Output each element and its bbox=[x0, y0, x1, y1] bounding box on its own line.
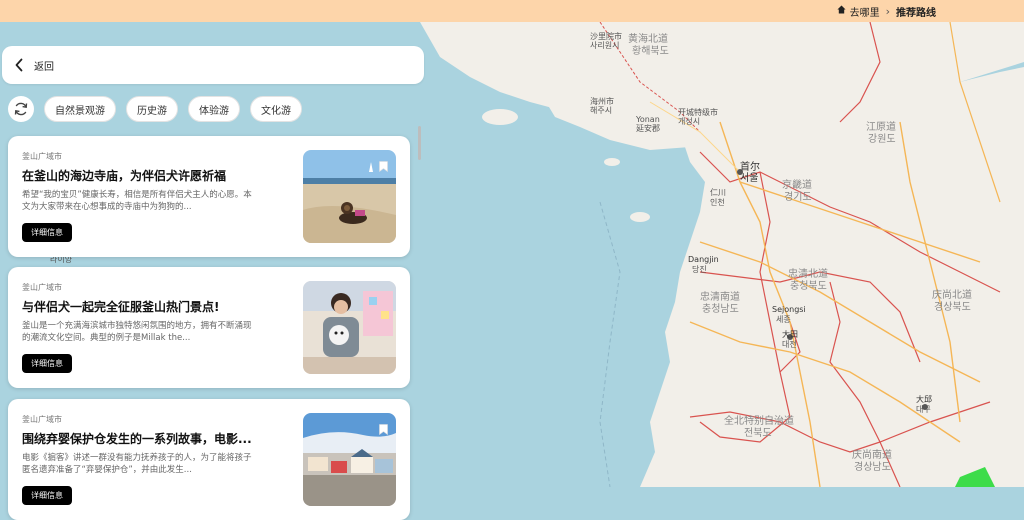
route-card[interactable]: 釜山广域市 与伴侣犬一起完全征服釜山热门景点! 釜山是一个充满海滨城市独特悠闲氛… bbox=[8, 267, 410, 388]
breadcrumb-home[interactable]: 去哪里 bbox=[837, 4, 880, 19]
tag-history[interactable]: 历史游 bbox=[126, 96, 178, 122]
route-panel: 返回 自然景观游 历史游 体验游 文化游 釜山广域市 在釜山的海边寺庙，为伴侣犬… bbox=[0, 22, 426, 520]
map-label: 忠清南道 bbox=[700, 290, 740, 303]
map-label: Yonan bbox=[635, 115, 660, 124]
island bbox=[682, 462, 698, 472]
map-label: 江原道 bbox=[866, 120, 896, 133]
map-label: 首尔 bbox=[740, 160, 760, 173]
island bbox=[659, 438, 671, 446]
route-card[interactable]: 釜山广域市 在釜山的海边寺庙，为伴侣犬许愿祈福 希望“我的宝贝”健康长寿，相信是… bbox=[8, 136, 410, 257]
map-label: Dangjin bbox=[688, 255, 719, 264]
breadcrumb-home-label: 去哪里 bbox=[849, 7, 880, 19]
island bbox=[604, 158, 620, 166]
map-label: 开城特级市 bbox=[678, 107, 718, 117]
card-title[interactable]: 在釜山的海边寺庙，为伴侣犬许愿祈福 bbox=[22, 167, 268, 184]
back-bar[interactable]: 返回 bbox=[2, 46, 424, 84]
card-title[interactable]: 与伴侣犬一起完全征服釜山热门景点! bbox=[22, 298, 268, 315]
chevron-left-icon[interactable] bbox=[8, 58, 30, 72]
map-label: 대구 bbox=[916, 405, 931, 414]
map-label: 대전 bbox=[782, 339, 797, 349]
map-label: 인천 bbox=[710, 197, 725, 207]
map-label: 개성시 bbox=[678, 116, 700, 126]
map-label: 세종 bbox=[776, 315, 791, 324]
card-city: 釜山广域市 bbox=[22, 283, 62, 292]
map-label: 강원도 bbox=[868, 133, 896, 145]
map-label: 사리원시 bbox=[590, 41, 619, 50]
map-label: 海州市 bbox=[590, 96, 614, 106]
map-label: 경상남도 bbox=[854, 460, 891, 473]
details-button[interactable]: 详细信息 bbox=[22, 223, 72, 242]
map-label: 경기도 bbox=[784, 190, 812, 203]
card-image[interactable] bbox=[303, 281, 396, 374]
category-tags: 自然景观游 历史游 体验游 文化游 bbox=[8, 96, 302, 122]
map-label: 전북도 bbox=[744, 427, 772, 439]
map-label: 黄海北道 bbox=[628, 32, 668, 45]
top-bar: 去哪里 › 推荐路线 bbox=[0, 0, 1024, 22]
card-title[interactable]: 围绕弃婴保护仓发生的一系列故事，电影... bbox=[22, 430, 268, 447]
details-button[interactable]: 详细信息 bbox=[22, 354, 72, 373]
map-label: 沙里院市 bbox=[590, 31, 622, 41]
bookmark-icon[interactable] bbox=[379, 157, 388, 176]
tag-culture[interactable]: 文化游 bbox=[250, 96, 302, 122]
map-label: 庆尚南道 bbox=[852, 448, 892, 461]
map-label: 庆尚北道 bbox=[932, 288, 972, 301]
details-button[interactable]: 详细信息 bbox=[22, 486, 72, 505]
refresh-icon[interactable] bbox=[8, 96, 34, 122]
card-description: 希望“我的宝贝”健康长寿，相信是所有伴侣犬主人的心愿。本文为大家带来在心想事成的… bbox=[22, 190, 252, 212]
map-label: 충청북도 bbox=[790, 280, 827, 292]
map-label: 忠清北道 bbox=[788, 267, 828, 280]
card-city: 釜山广域市 bbox=[22, 415, 62, 424]
bookmark-icon[interactable] bbox=[379, 420, 388, 439]
card-description: 釜山是一个充满海滨城市独特悠闲氛围的地方，拥有不断涌现的潮流文化空间。典型的例子… bbox=[22, 321, 252, 343]
map-label: 당진 bbox=[692, 264, 707, 274]
island bbox=[630, 212, 650, 222]
tag-nature[interactable]: 自然景观游 bbox=[44, 96, 116, 122]
map-label: 仁川 bbox=[710, 187, 726, 197]
map-label: 서울 bbox=[740, 172, 758, 184]
map-label: 해주시 bbox=[590, 105, 612, 115]
route-card[interactable]: 釜山广域市 围绕弃婴保护仓发生的一系列故事，电影... 电影《掮客》讲述一群没有… bbox=[8, 399, 410, 520]
tag-experience[interactable]: 体验游 bbox=[188, 96, 240, 122]
map-label: 경상북도 bbox=[934, 300, 971, 313]
island bbox=[482, 109, 518, 125]
breadcrumb: 去哪里 › 推荐路线 bbox=[837, 4, 936, 19]
map-label: 延安郡 bbox=[636, 123, 660, 133]
map-label: 大邱 bbox=[916, 394, 932, 404]
scrollbar-thumb[interactable] bbox=[418, 126, 421, 160]
card-city: 釜山广域市 bbox=[22, 152, 62, 161]
chevron-right-icon: › bbox=[885, 4, 890, 18]
card-description: 电影《掮客》讲述一群没有能力抚养孩子的人，为了能将孩子匿名遗弃准备了“弃婴保护仓… bbox=[22, 453, 252, 475]
map-label: Sejongsi bbox=[772, 305, 806, 314]
map-label: 大田 bbox=[782, 329, 798, 339]
home-icon bbox=[837, 5, 846, 17]
breadcrumb-current: 推荐路线 bbox=[896, 7, 936, 19]
card-image[interactable] bbox=[303, 150, 396, 243]
map-label: 충청남도 bbox=[702, 303, 739, 315]
card-image[interactable] bbox=[303, 413, 396, 506]
map-label: 全北特别自治道 bbox=[724, 414, 794, 427]
map-label: 황해북도 bbox=[632, 44, 669, 57]
back-label[interactable]: 返回 bbox=[34, 58, 54, 73]
map-label: 京畿道 bbox=[782, 178, 812, 191]
